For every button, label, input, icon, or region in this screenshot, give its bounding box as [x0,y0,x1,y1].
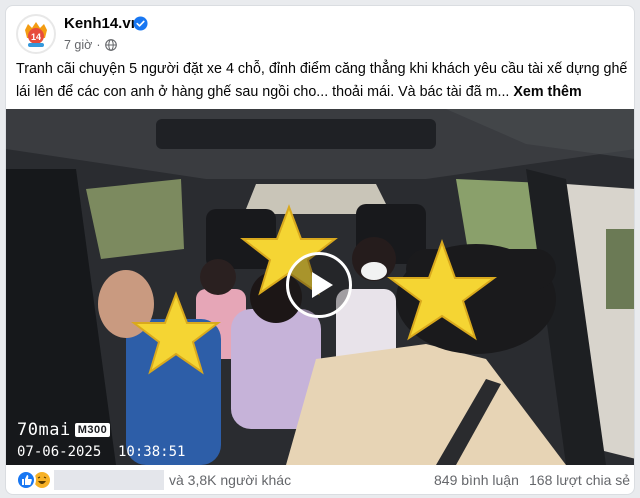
dashcam-watermark: 70mai M300 [17,420,111,440]
globe-icon [104,39,117,51]
verified-badge-icon [133,16,148,31]
post-time[interactable]: 7 giờ [64,38,92,52]
comment-count[interactable]: 849 bình luận [434,472,519,488]
play-button[interactable] [286,252,352,318]
post-footer: và 3,8K người khác 849 bình luận 168 lượ… [6,465,634,494]
feed-post: 14 Kenh14.vn 7 giờ · Tranh cãi chuyện 5 … [5,5,635,495]
post-header: 14 Kenh14.vn 7 giờ · [16,12,626,56]
like-icon [16,470,36,490]
kenh14-logo-icon: 14 [19,17,53,51]
dashcam-time: 10:38:51 [118,444,186,460]
page-avatar[interactable]: 14 [16,14,56,54]
page-name[interactable]: Kenh14.vn [64,15,140,32]
redacted-names [54,470,164,490]
dashcam-model: M300 [74,423,111,437]
post-caption: Tranh cãi chuyện 5 người đặt xe 4 chỗ, đ… [16,58,628,104]
see-more-link[interactable]: Xem thêm [513,84,581,100]
video-player[interactable]: 70mai M300 07-06-2025 10:38:51 [6,109,634,465]
share-count[interactable]: 168 lượt chia sẻ [529,472,630,488]
reaction-others[interactable]: và 3,8K người khác [169,472,291,488]
svg-text:14: 14 [31,32,41,42]
reaction-icons[interactable] [16,470,52,490]
dashcam-date: 07-06-2025 [17,444,102,460]
dashcam-brand: 70mai [17,420,71,440]
play-icon [312,272,333,298]
post-meta: 7 giờ · [64,38,117,52]
